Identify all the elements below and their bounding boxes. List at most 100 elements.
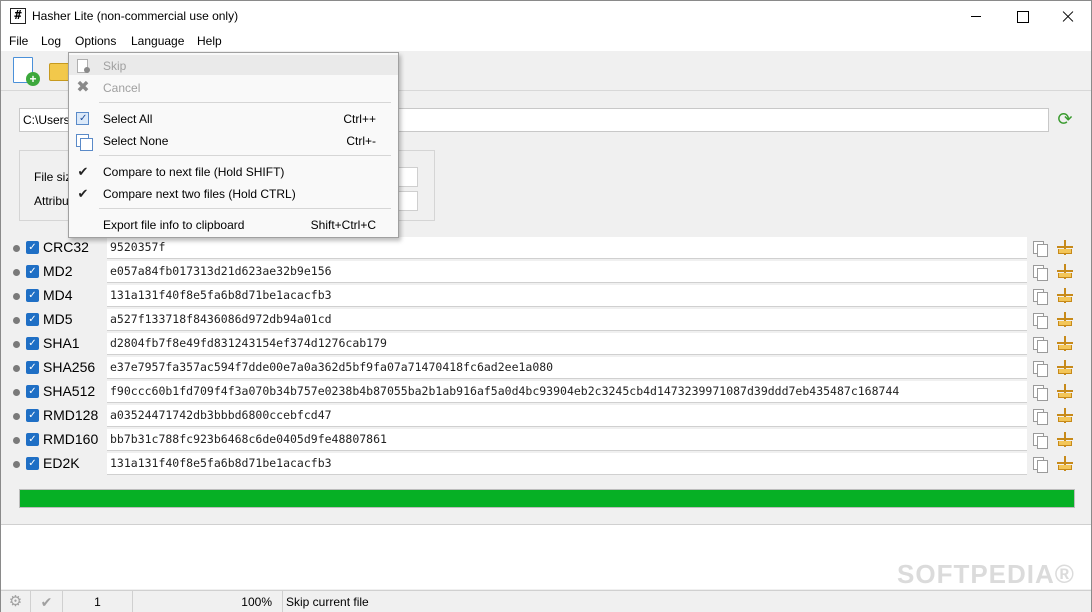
close-button[interactable] <box>1045 1 1091 32</box>
compare-scale-icon[interactable] <box>1056 287 1074 305</box>
menu-item-select-all[interactable]: Select All Ctrl++ <box>69 108 398 128</box>
menu-item-label: Export file info to clipboard <box>103 218 245 232</box>
checkmark-icon: ✔ <box>77 186 89 201</box>
menu-item-label: Compare to next file (Hold SHIFT) <box>103 165 285 179</box>
softpedia-watermark: SOFTPEDIA® <box>897 559 1075 589</box>
progress-bar <box>19 489 1075 508</box>
copy-icon[interactable] <box>1032 336 1048 353</box>
hash-name: CRC32 <box>43 239 89 255</box>
hash-name: SHA512 <box>43 383 96 399</box>
menu-item-skip[interactable]: Skip <box>69 55 398 75</box>
menu-options[interactable]: Options <box>75 34 116 48</box>
compare-scale-icon[interactable] <box>1056 383 1074 401</box>
hash-checkbox[interactable]: ✓ <box>26 433 39 446</box>
copy-icon[interactable] <box>1032 384 1048 401</box>
hash-row-sha512: ✓ SHA512 f90ccc60b1fd709f4f3a070b34b757e… <box>3 380 1089 404</box>
hash-value-field[interactable]: a03524471742db3bbbd6800ccebfcd47 <box>107 405 1027 427</box>
menu-item-label: Cancel <box>103 81 141 95</box>
status-dot <box>13 341 20 348</box>
status-dot <box>13 365 20 372</box>
status-dot <box>13 413 20 420</box>
hash-checkbox[interactable]: ✓ <box>26 265 39 278</box>
title-bar: # Hasher Lite (non-commercial use only) <box>1 1 1091 32</box>
minimize-button[interactable] <box>953 1 999 32</box>
hash-name: MD5 <box>43 311 73 327</box>
hash-checkbox[interactable]: ✓ <box>26 289 39 302</box>
hash-value-field[interactable]: d2804fb7f8e49fd831243154ef374d1276cab179 <box>107 333 1027 355</box>
app-window: # Hasher Lite (non-commercial use only) … <box>0 0 1092 612</box>
hash-checkbox[interactable]: ✓ <box>26 337 39 350</box>
checkmark-icon: ✔ <box>77 164 89 179</box>
menu-item-compare-two[interactable]: ✔ Compare next two files (Hold CTRL) <box>69 183 398 203</box>
compare-scale-icon[interactable] <box>1056 455 1074 473</box>
status-bar: ⚙ ✔ 1 100% Skip current file <box>1 590 1091 612</box>
menu-item-label: Compare next two files (Hold CTRL) <box>103 187 296 201</box>
refresh-icon[interactable]: ⟳ <box>1055 109 1075 129</box>
hash-name: RMD160 <box>43 431 99 447</box>
hash-value-field[interactable]: a527f133718f8436086d972db94a01cd <box>107 309 1027 331</box>
compare-scale-icon[interactable] <box>1056 407 1074 425</box>
hash-value-field[interactable]: 9520357f <box>107 237 1027 259</box>
hash-row-rmd128: ✓ RMD128 a03524471742db3bbbd6800ccebfcd4… <box>3 404 1089 428</box>
settings-gear-icon[interactable]: ⚙ <box>1 591 31 612</box>
compare-scale-icon[interactable] <box>1056 335 1074 353</box>
menu-item-cancel[interactable]: ✖ Cancel <box>69 77 398 97</box>
hash-value-field[interactable]: 131a131f40f8e5fa6b8d71be1acacfb3 <box>107 285 1027 307</box>
menu-language[interactable]: Language <box>131 34 184 48</box>
verified-check-icon[interactable]: ✔ <box>31 591 63 612</box>
hash-name: ED2K <box>43 455 80 471</box>
menu-separator <box>99 155 391 156</box>
hash-value-field[interactable]: bb7b31c788fc923b6468c6de0405d9fe48807861 <box>107 429 1027 451</box>
hash-value-field[interactable]: e057a84fb017313d21d623ae32b9e156 <box>107 261 1027 283</box>
copy-icon[interactable] <box>1032 288 1048 305</box>
hash-value-field[interactable]: f90ccc60b1fd709f4f3a070b34b757e0238b4b87… <box>107 381 1027 403</box>
hash-checkbox[interactable]: ✓ <box>26 361 39 374</box>
copy-icon[interactable] <box>1032 432 1048 449</box>
status-dot <box>13 461 20 468</box>
compare-scale-icon[interactable] <box>1056 359 1074 377</box>
hash-row-md4: ✓ MD4 131a131f40f8e5fa6b8d71be1acacfb3 <box>3 284 1089 308</box>
compare-scale-icon[interactable] <box>1056 263 1074 281</box>
menu-file[interactable]: File <box>9 34 28 48</box>
menu-item-compare-next[interactable]: ✔ Compare to next file (Hold SHIFT) <box>69 161 398 181</box>
copy-icon[interactable] <box>1032 360 1048 377</box>
progress-fill <box>20 490 1074 507</box>
menu-log[interactable]: Log <box>41 34 61 48</box>
menu-item-export[interactable]: Export file info to clipboard Shift+Ctrl… <box>69 214 398 234</box>
hash-checkbox[interactable]: ✓ <box>26 409 39 422</box>
hash-checkbox[interactable]: ✓ <box>26 457 39 470</box>
hash-value-field[interactable]: e37e7957fa357ac594f7dde00e7a0a362d5bf9fa… <box>107 357 1027 379</box>
hash-checkbox[interactable]: ✓ <box>26 313 39 326</box>
copy-icon[interactable] <box>1032 408 1048 425</box>
hash-name: MD2 <box>43 263 73 279</box>
maximize-button[interactable] <box>999 1 1045 32</box>
select-all-icon <box>75 111 91 127</box>
copy-icon[interactable] <box>1032 312 1048 329</box>
status-dot <box>13 293 20 300</box>
menu-help[interactable]: Help <box>197 34 222 48</box>
menu-item-shortcut: Shift+Ctrl+C <box>310 218 376 232</box>
status-dot <box>13 389 20 396</box>
hash-row-md2: ✓ MD2 e057a84fb017313d21d623ae32b9e156 <box>3 260 1089 284</box>
hash-name: RMD128 <box>43 407 99 423</box>
attributes-label: Attribu <box>34 194 69 208</box>
hash-value-field[interactable]: 131a131f40f8e5fa6b8d71be1acacfb3 <box>107 453 1027 475</box>
hash-name: MD4 <box>43 287 73 303</box>
copy-icon[interactable] <box>1032 240 1048 257</box>
compare-scale-icon[interactable] <box>1056 311 1074 329</box>
menu-bar: File Log Options Language Help <box>1 32 1091 51</box>
copy-icon[interactable] <box>1032 456 1048 473</box>
copy-icon[interactable] <box>1032 264 1048 281</box>
compare-scale-icon[interactable] <box>1056 239 1074 257</box>
menu-item-shortcut: Ctrl+- <box>346 134 376 148</box>
status-dot <box>13 437 20 444</box>
menu-item-label: Skip <box>103 59 127 73</box>
new-file-icon[interactable]: + <box>11 55 41 87</box>
menu-item-select-none[interactable]: Select None Ctrl+- <box>69 130 398 151</box>
status-dot <box>13 245 20 252</box>
menu-item-label: Select All <box>103 112 153 126</box>
compare-scale-icon[interactable] <box>1056 431 1074 449</box>
status-dot <box>13 269 20 276</box>
hash-checkbox[interactable]: ✓ <box>26 241 39 254</box>
hash-checkbox[interactable]: ✓ <box>26 385 39 398</box>
